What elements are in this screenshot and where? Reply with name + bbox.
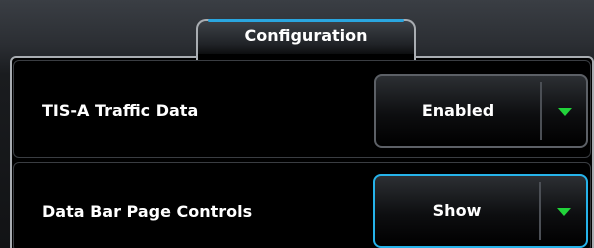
dropdown-value: Enabled: [421, 101, 495, 120]
triangle-down-icon[interactable]: [557, 208, 571, 216]
setting-row-data-bar-page-controls: Data Bar Page Controls Show: [13, 162, 591, 248]
dropdown-value: Show: [432, 201, 482, 220]
dropdown-divider: [540, 82, 542, 140]
setting-row-tis-a-traffic-data: TIS-A Traffic Data Enabled: [13, 60, 591, 158]
triangle-down-icon[interactable]: [558, 108, 572, 116]
setting-label: TIS-A Traffic Data: [42, 101, 199, 120]
tis-a-traffic-data-dropdown[interactable]: Enabled: [374, 74, 588, 148]
configuration-panel: Configuration TIS-A Traffic Data Enabled…: [0, 0, 594, 248]
data-bar-page-controls-dropdown[interactable]: Show: [373, 174, 588, 248]
dropdown-divider: [539, 182, 541, 240]
setting-label: Data Bar Page Controls: [42, 202, 253, 221]
tab-configuration-label: Configuration: [244, 26, 368, 45]
